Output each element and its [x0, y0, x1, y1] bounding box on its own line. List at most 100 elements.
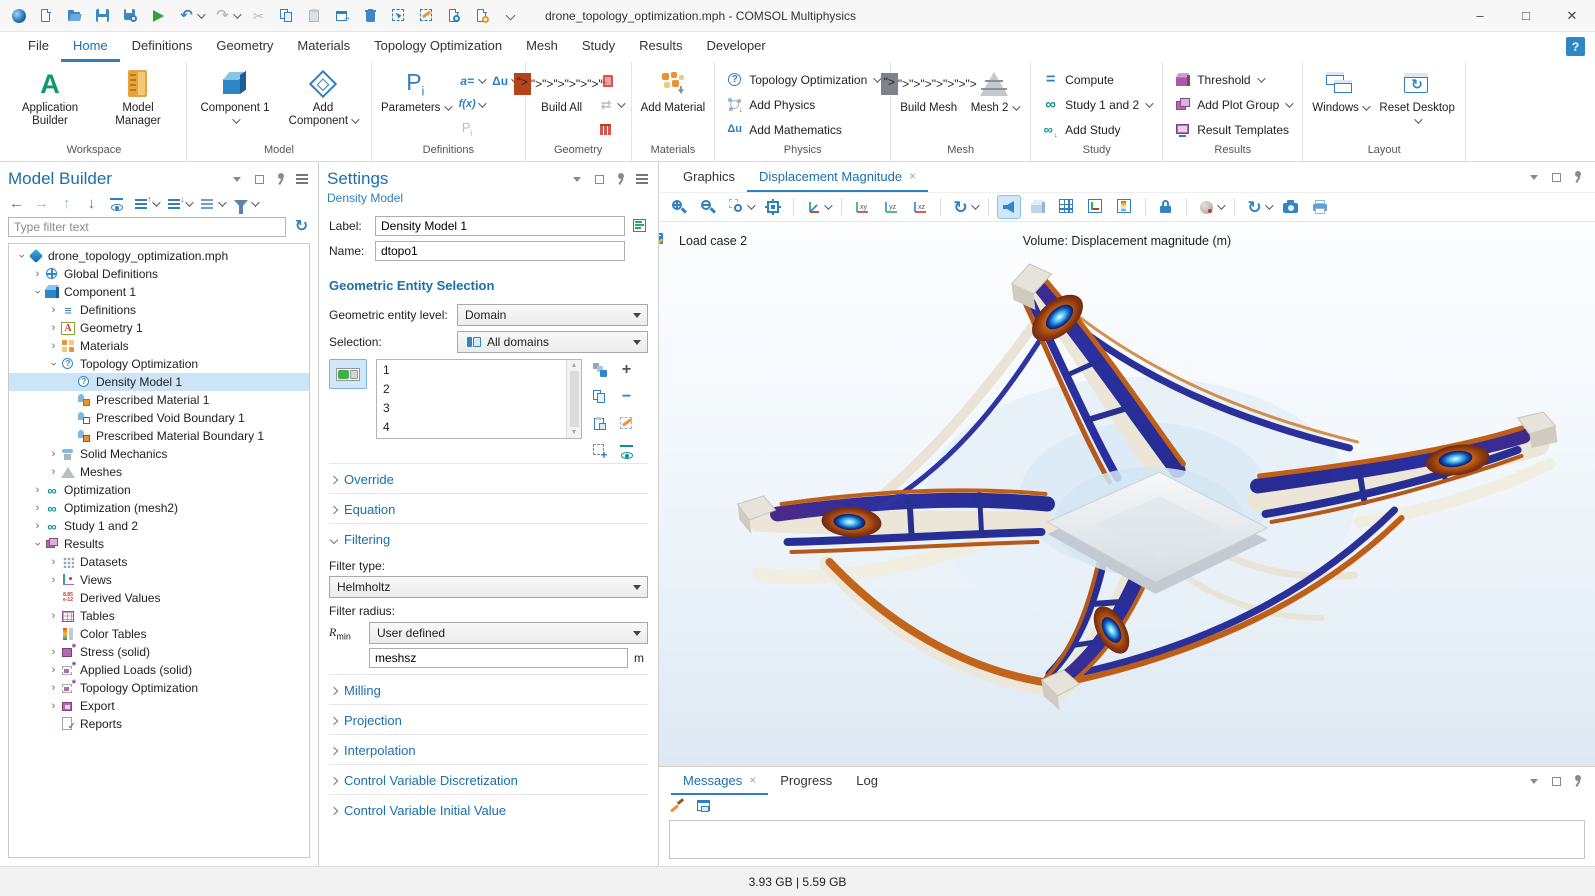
- tree-item[interactable]: ›∞Study 1 and 2: [9, 517, 309, 535]
- tree-item[interactable]: ›Export: [9, 697, 309, 715]
- node-text-button[interactable]: [199, 195, 224, 212]
- expander-icon[interactable]: ›: [47, 646, 60, 658]
- panel-float-icon[interactable]: [592, 172, 606, 186]
- show-axes-button[interactable]: [1084, 195, 1108, 219]
- nav-back-button[interactable]: ←: [8, 195, 25, 212]
- move-up-button[interactable]: ↑: [58, 195, 75, 212]
- section-milling[interactable]: Milling: [329, 674, 648, 704]
- cut-button[interactable]: ✂: [250, 7, 267, 24]
- tree-item[interactable]: ›Meshes: [9, 463, 309, 481]
- run-model-button[interactable]: [150, 7, 167, 24]
- add-physics-button[interactable]: ↓Add Physics: [720, 92, 885, 117]
- topology-q-button[interactable]: ?Topology Optimization: [720, 67, 885, 92]
- scene-light-button[interactable]: [997, 195, 1021, 219]
- transparency-button[interactable]: [1026, 195, 1050, 219]
- tree-item[interactable]: ›Solid Mechanics: [9, 445, 309, 463]
- ribbon-tab-file[interactable]: File: [16, 32, 61, 62]
- update-plot-button[interactable]: ↻: [1243, 195, 1274, 219]
- dock-tab-log[interactable]: Log: [844, 767, 890, 795]
- message-settings-button[interactable]: [695, 798, 712, 817]
- expander-icon[interactable]: ›: [32, 538, 44, 551]
- name-field[interactable]: [375, 241, 625, 261]
- help-button[interactable]: ?: [1566, 37, 1585, 56]
- selection-list-scrollbar[interactable]: ▲▼: [566, 360, 581, 438]
- open-file-button[interactable]: [66, 7, 83, 24]
- tree-item[interactable]: Prescribed Void Boundary 1: [9, 409, 309, 427]
- tree-item[interactable]: Color Tables: [9, 625, 309, 643]
- expander-icon[interactable]: ›: [16, 250, 28, 263]
- zoom-box-button[interactable]: [725, 195, 756, 219]
- panel-menu-icon[interactable]: [296, 172, 310, 186]
- expander-icon[interactable]: ›: [47, 610, 60, 622]
- geometric-entity-level-select[interactable]: Domain: [457, 304, 648, 326]
- selection-list-item[interactable]: 2: [383, 380, 560, 399]
- selection-list[interactable]: 1234 ▲▼: [376, 359, 582, 439]
- add-entity-icon[interactable]: +: [618, 361, 635, 378]
- messages-output[interactable]: [669, 820, 1585, 859]
- ribbon-tab-home[interactable]: Home: [61, 32, 120, 62]
- snapshot-camera-button[interactable]: [1279, 195, 1303, 219]
- paste-qat-button[interactable]: [306, 7, 323, 24]
- color-legend-button[interactable]: [1113, 195, 1137, 219]
- section-control-variable-discretization[interactable]: Control Variable Discretization: [329, 764, 648, 794]
- expander-icon[interactable]: ›: [31, 484, 44, 496]
- view-axis-button[interactable]: [802, 195, 833, 219]
- tree-item[interactable]: ›*Topology Optimization: [9, 679, 309, 697]
- tree-item[interactable]: ›∞Optimization (mesh2): [9, 499, 309, 517]
- comsol-logo-button[interactable]: [10, 7, 27, 24]
- panel-float-icon[interactable]: [252, 172, 266, 186]
- nav-forward-button[interactable]: →: [33, 195, 50, 212]
- tree-filter-button[interactable]: [232, 195, 257, 212]
- dock-tab-messages[interactable]: Messages×: [671, 767, 768, 795]
- move-down-button[interactable]: ↓: [83, 195, 100, 212]
- tree-item[interactable]: ›Materials: [9, 337, 309, 355]
- expand-all-button[interactable]: ↑: [133, 195, 158, 212]
- expander-icon[interactable]: ›: [47, 700, 60, 712]
- close-tab-icon[interactable]: ×: [909, 169, 916, 183]
- collapse-all-button[interactable]: ↓: [166, 195, 191, 212]
- selection-list-item[interactable]: 3: [383, 399, 560, 418]
- panel-pin-icon[interactable]: [614, 172, 628, 186]
- expander-icon[interactable]: ›: [47, 304, 60, 316]
- label-field[interactable]: [375, 216, 625, 236]
- tree-item[interactable]: ›Tables: [9, 607, 309, 625]
- tree-item[interactable]: ›?Topology Optimization: [9, 355, 309, 373]
- expander-icon[interactable]: ›: [47, 340, 60, 352]
- clear-frame-button[interactable]: [418, 7, 435, 24]
- panel-caret-icon[interactable]: [230, 172, 244, 186]
- overflow-button[interactable]: [502, 7, 519, 24]
- ribbon-tab-definitions[interactable]: Definitions: [120, 32, 205, 62]
- show-grid-button[interactable]: [1055, 195, 1079, 219]
- txt-pi-gray-button[interactable]: Pi: [456, 118, 487, 139]
- add-component-button[interactable]: Add Component: [280, 65, 366, 144]
- minimize-button[interactable]: –: [1457, 0, 1503, 32]
- tree-item[interactable]: Prescribed Material Boundary 1: [9, 427, 309, 445]
- clear-entities-icon[interactable]: [618, 415, 635, 432]
- show-toggle-button[interactable]: [108, 195, 125, 212]
- section-interpolation[interactable]: Interpolation: [329, 734, 648, 764]
- undo-button[interactable]: ↶: [178, 7, 203, 24]
- tree-item[interactable]: Prescribed Material 1: [9, 391, 309, 409]
- plane-yz-button[interactable]: yz: [879, 195, 903, 219]
- graphics-tab-graphics[interactable]: Graphics: [671, 162, 747, 192]
- expander-icon[interactable]: ›: [31, 520, 44, 532]
- ribbon-tab-developer[interactable]: Developer: [694, 32, 777, 62]
- tree-item[interactable]: ›drone_topology_optimization.mph: [9, 247, 309, 265]
- zoom-in-button[interactable]: [667, 195, 691, 219]
- panel-caret-icon[interactable]: [570, 172, 584, 186]
- add-plot-group-button[interactable]: Add Plot Group: [1168, 92, 1297, 117]
- lock-view-button[interactable]: [1154, 195, 1178, 219]
- tree-item[interactable]: ›Results: [9, 535, 309, 553]
- ribbon-tab-results[interactable]: Results: [627, 32, 694, 62]
- delete-trash-button[interactable]: [362, 7, 379, 24]
- section-override[interactable]: Override: [329, 463, 648, 493]
- expander-icon[interactable]: ›: [32, 286, 44, 299]
- add-material-button[interactable]: Add Material: [637, 65, 710, 144]
- section-equation[interactable]: Equation: [329, 493, 648, 523]
- add-math-button[interactable]: ΔuAdd Mathematics: [720, 117, 885, 142]
- copy-qat-button[interactable]: [278, 7, 295, 24]
- panel-caret-icon[interactable]: [1527, 774, 1541, 788]
- panel-pin-icon[interactable]: [274, 172, 288, 186]
- dock-tab-progress[interactable]: Progress: [768, 767, 844, 795]
- expander-icon[interactable]: ›: [47, 556, 60, 568]
